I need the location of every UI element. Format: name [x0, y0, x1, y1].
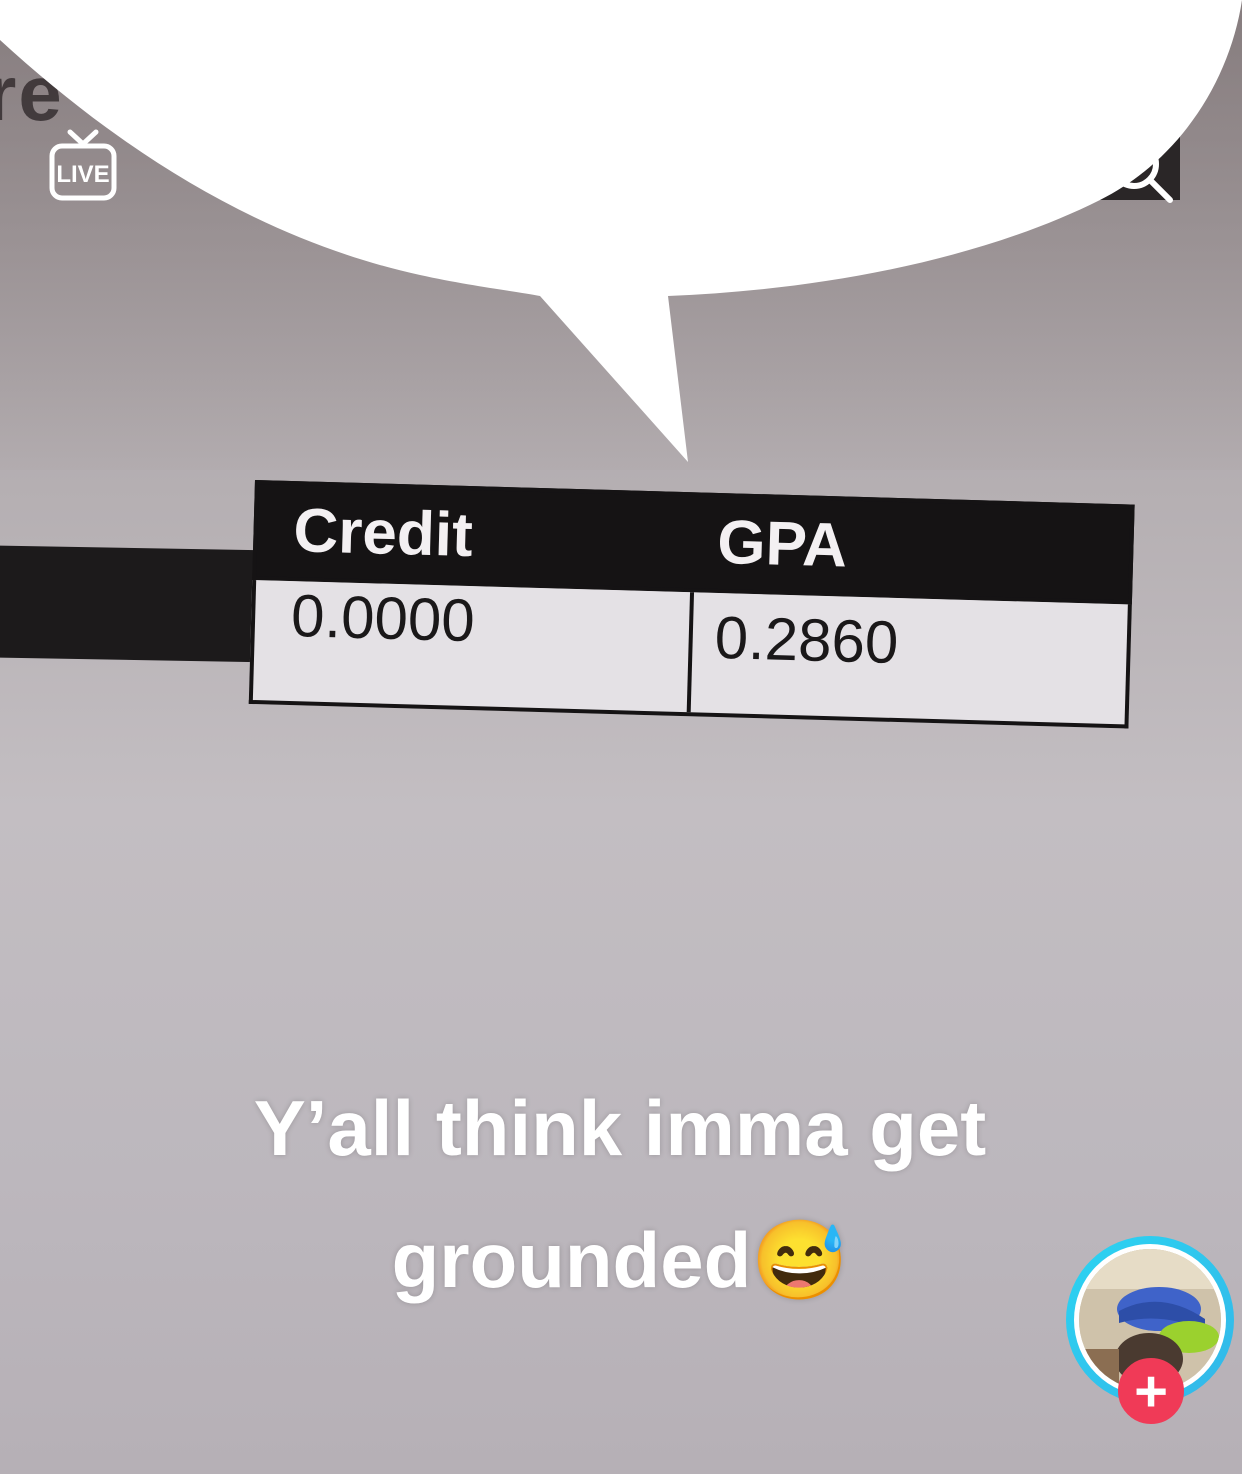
follow-button[interactable]: +: [1118, 1358, 1184, 1424]
speech-bubble-overlay: [0, 0, 1242, 462]
video-caption: Y’all think imma get grounded😅: [253, 1084, 987, 1304]
grade-table-row: 0.0000 0.2860: [248, 579, 1132, 729]
live-tv-icon: LIVE: [49, 129, 117, 201]
grade-table: Credit GPA 0.0000 0.2860: [248, 480, 1135, 729]
live-label: LIVE: [56, 161, 109, 188]
table-left-bar: [0, 545, 270, 663]
search-icon: [1109, 139, 1173, 203]
search-button[interactable]: [1102, 132, 1176, 206]
plus-icon: +: [1134, 1359, 1168, 1424]
header-gpa: GPA: [716, 507, 849, 581]
live-button[interactable]: LIVE: [48, 128, 118, 204]
value-gpa: 0.2860: [713, 603, 900, 677]
value-credit: 0.0000: [252, 580, 695, 713]
